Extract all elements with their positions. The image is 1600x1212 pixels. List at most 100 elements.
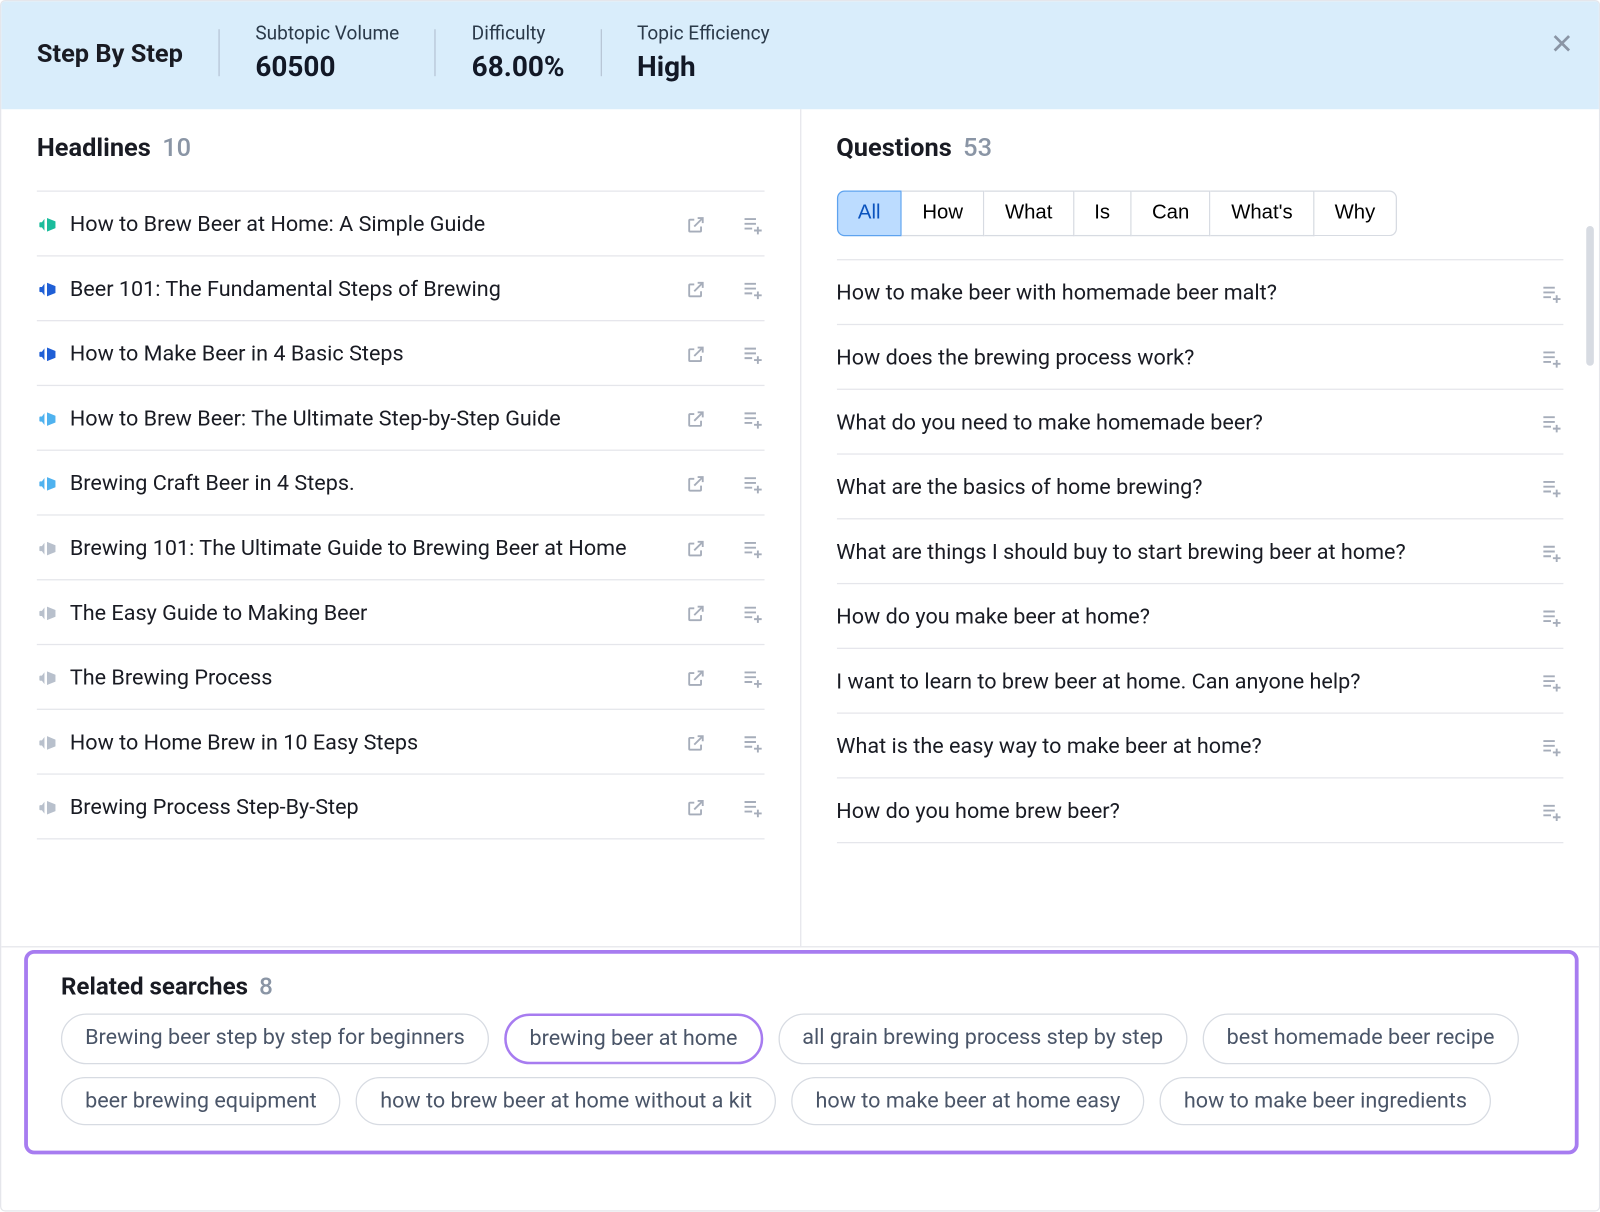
related-chip[interactable]: best homemade beer recipe xyxy=(1203,1013,1519,1064)
headline-text: The Brewing Process xyxy=(70,665,673,690)
add-to-list-icon[interactable] xyxy=(1541,282,1564,305)
question-text: How do you home brew beer? xyxy=(836,799,1528,824)
question-row[interactable]: What do you need to make homemade beer? xyxy=(836,390,1563,455)
question-row[interactable]: How to make beer with homemade beer malt… xyxy=(836,259,1563,325)
headline-row[interactable]: Brewing Process Step-By-Step xyxy=(37,775,764,840)
external-link-icon[interactable] xyxy=(685,409,705,429)
metric-subtopic-volume: Subtopic Volume 60500 xyxy=(220,22,435,84)
filter-whats[interactable]: What's xyxy=(1211,191,1314,237)
headline-text: How to Home Brew in 10 Easy Steps xyxy=(70,730,673,755)
megaphone-icon xyxy=(37,279,57,299)
related-chip[interactable]: how to make beer at home easy xyxy=(791,1077,1144,1125)
close-icon[interactable]: ✕ xyxy=(1550,29,1573,61)
related-chip[interactable]: beer brewing equipment xyxy=(61,1077,341,1125)
headline-text: Brewing 101: The Ultimate Guide to Brewi… xyxy=(70,536,673,561)
add-to-list-icon[interactable] xyxy=(1541,671,1564,694)
add-to-list-icon[interactable] xyxy=(741,796,764,819)
external-link-icon[interactable] xyxy=(685,279,705,299)
add-to-list-icon[interactable] xyxy=(1541,606,1564,629)
add-to-list-icon[interactable] xyxy=(1541,411,1564,434)
question-row[interactable]: What are things I should buy to start br… xyxy=(836,519,1563,584)
related-chip[interactable]: Brewing beer step by step for beginners xyxy=(61,1013,489,1064)
question-text: What is the easy way to make beer at hom… xyxy=(836,734,1528,759)
question-row[interactable]: I want to learn to brew beer at home. Ca… xyxy=(836,649,1563,714)
external-link-icon[interactable] xyxy=(685,668,705,688)
headline-text: Brewing Process Step-By-Step xyxy=(70,795,673,820)
metric-topic-efficiency: Topic Efficiency High xyxy=(601,22,805,84)
related-count: 8 xyxy=(259,972,273,1001)
headline-text: Brewing Craft Beer in 4 Steps. xyxy=(70,471,673,496)
question-text: How to make beer with homemade beer malt… xyxy=(836,281,1528,306)
filter-can[interactable]: Can xyxy=(1132,191,1211,237)
scrollbar[interactable] xyxy=(1586,226,1594,366)
add-to-list-icon[interactable] xyxy=(741,732,764,755)
filter-is[interactable]: Is xyxy=(1074,191,1132,237)
headline-row[interactable]: Brewing 101: The Ultimate Guide to Brewi… xyxy=(37,516,764,581)
related-title: Related searches xyxy=(61,972,248,1001)
add-to-list-icon[interactable] xyxy=(741,343,764,366)
question-row[interactable]: What are the basics of home brewing? xyxy=(836,455,1563,520)
headlines-count: 10 xyxy=(162,132,191,162)
megaphone-icon xyxy=(37,603,57,623)
headlines-panel: Headlines 10 How to Brew Beer at Home: A… xyxy=(1,109,800,946)
headline-text: How to Brew Beer at Home: A Simple Guide xyxy=(70,212,673,237)
filter-how[interactable]: How xyxy=(902,191,985,237)
related-chip[interactable]: how to make beer ingredients xyxy=(1160,1077,1491,1125)
filter-all[interactable]: All xyxy=(836,191,902,237)
page-title: Step By Step xyxy=(37,37,219,67)
add-to-list-icon[interactable] xyxy=(741,602,764,625)
external-link-icon[interactable] xyxy=(685,798,705,818)
related-searches-panel: Related searches 8 Brewing beer step by … xyxy=(24,950,1578,1154)
external-link-icon[interactable] xyxy=(685,733,705,753)
add-to-list-icon[interactable] xyxy=(741,472,764,495)
headline-text: How to Make Beer in 4 Basic Steps xyxy=(70,342,673,367)
headline-row[interactable]: How to Make Beer in 4 Basic Steps xyxy=(37,321,764,386)
add-to-list-icon[interactable] xyxy=(741,278,764,301)
add-to-list-icon[interactable] xyxy=(1541,735,1564,758)
question-text: What are things I should buy to start br… xyxy=(836,540,1528,565)
headline-row[interactable]: How to Brew Beer at Home: A Simple Guide xyxy=(37,191,764,257)
external-link-icon[interactable] xyxy=(685,538,705,558)
headline-row[interactable]: Beer 101: The Fundamental Steps of Brewi… xyxy=(37,257,764,322)
question-row[interactable]: How do you home brew beer? xyxy=(836,779,1563,844)
question-row[interactable]: How does the brewing process work? xyxy=(836,325,1563,390)
megaphone-icon xyxy=(37,798,57,818)
filter-why[interactable]: Why xyxy=(1314,191,1397,237)
megaphone-icon xyxy=(37,733,57,753)
headline-row[interactable]: How to Brew Beer: The Ultimate Step-by-S… xyxy=(37,386,764,451)
external-link-icon[interactable] xyxy=(685,344,705,364)
headline-text: The Easy Guide to Making Beer xyxy=(70,601,673,626)
add-to-list-icon[interactable] xyxy=(1541,541,1564,564)
metric-difficulty: Difficulty 68.00% xyxy=(436,22,600,84)
add-to-list-icon[interactable] xyxy=(741,537,764,560)
add-to-list-icon[interactable] xyxy=(1541,476,1564,499)
questions-count: 53 xyxy=(963,132,992,162)
headline-row[interactable]: The Easy Guide to Making Beer xyxy=(37,580,764,645)
add-to-list-icon[interactable] xyxy=(741,408,764,431)
external-link-icon[interactable] xyxy=(685,603,705,623)
add-to-list-icon[interactable] xyxy=(1541,347,1564,370)
add-to-list-icon[interactable] xyxy=(741,213,764,236)
headline-row[interactable]: How to Home Brew in 10 Easy Steps xyxy=(37,710,764,775)
question-text: What do you need to make homemade beer? xyxy=(836,410,1528,435)
questions-panel: Questions 53 AllHowWhatIsCanWhat'sWhy Ho… xyxy=(801,109,1599,946)
add-to-list-icon[interactable] xyxy=(1541,800,1564,823)
related-chip[interactable]: brewing beer at home xyxy=(504,1013,763,1064)
question-filters: AllHowWhatIsCanWhat'sWhy xyxy=(801,180,1599,246)
headline-row[interactable]: The Brewing Process xyxy=(37,645,764,710)
external-link-icon[interactable] xyxy=(685,215,705,235)
question-text: I want to learn to brew beer at home. Ca… xyxy=(836,669,1528,694)
headline-row[interactable]: Brewing Craft Beer in 4 Steps. xyxy=(37,451,764,516)
external-link-icon[interactable] xyxy=(685,474,705,494)
related-chip[interactable]: how to brew beer at home without a kit xyxy=(356,1077,776,1125)
question-row[interactable]: How do you make beer at home? xyxy=(836,584,1563,649)
question-row[interactable]: What is the easy way to make beer at hom… xyxy=(836,714,1563,779)
filter-what[interactable]: What xyxy=(985,191,1074,237)
question-text: What are the basics of home brewing? xyxy=(836,475,1528,500)
megaphone-icon xyxy=(37,409,57,429)
add-to-list-icon[interactable] xyxy=(741,667,764,690)
related-chip[interactable]: all grain brewing process step by step xyxy=(778,1013,1187,1064)
summary-bar: Step By Step Subtopic Volume 60500 Diffi… xyxy=(1,1,1599,109)
megaphone-icon xyxy=(37,344,57,364)
question-text: How do you make beer at home? xyxy=(836,605,1528,630)
